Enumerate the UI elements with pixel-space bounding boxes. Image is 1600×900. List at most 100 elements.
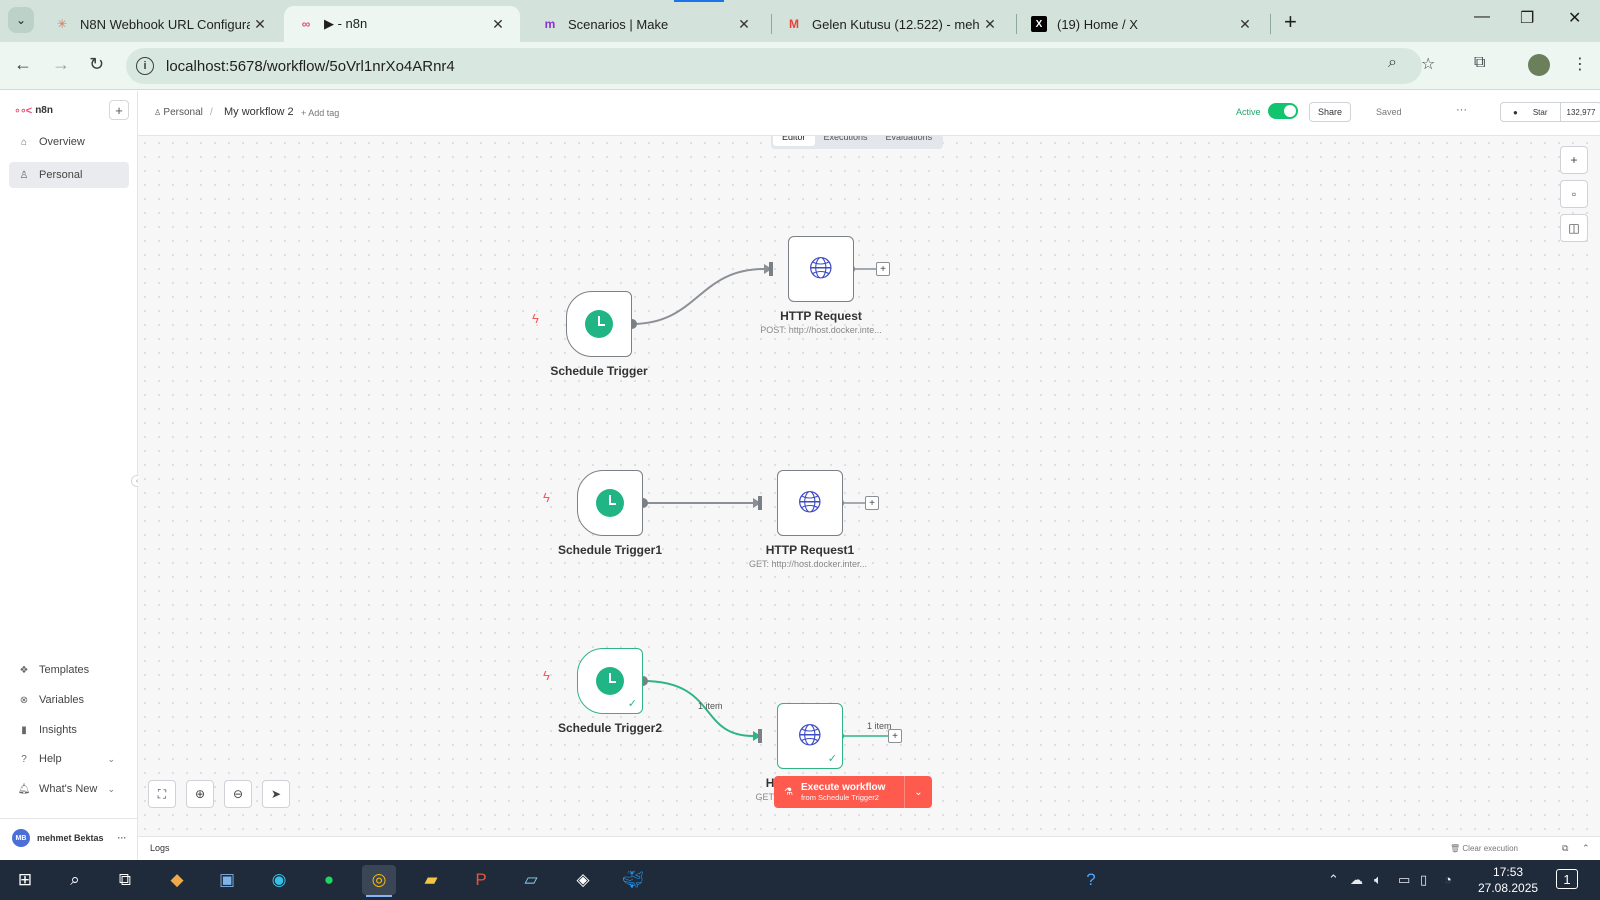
restore-icon[interactable]: ❐	[1520, 8, 1534, 28]
spotify-icon[interactable]: ●	[312, 865, 346, 895]
execute-workflow-button[interactable]: ⚗ Execute workflow from Schedule Trigger…	[774, 776, 932, 808]
input-handle[interactable]	[769, 262, 773, 276]
add-node-button[interactable]: +	[876, 262, 890, 276]
sticky-note-icon[interactable]: ▫	[1560, 180, 1588, 208]
sidebar-item-overview[interactable]: ⌂ Overview	[9, 129, 129, 155]
notification-center-icon[interactable]: 1	[1556, 869, 1578, 889]
extensions-icon[interactable]: ⧉	[1474, 54, 1485, 72]
more-icon[interactable]: ···	[118, 833, 127, 843]
search-icon[interactable]: ⌕	[58, 865, 92, 895]
bookmark-star-icon[interactable]: ☆	[1421, 54, 1435, 74]
sidebar-item-personal[interactable]: ♙ Personal	[9, 162, 129, 188]
breadcrumb-project[interactable]: ♙ Personal	[154, 107, 203, 118]
reload-icon[interactable]: ↻	[89, 54, 104, 75]
chrome-icon[interactable]: ◎	[362, 865, 396, 897]
success-check-icon: ✓	[827, 753, 837, 765]
add-node-button[interactable]: +	[865, 496, 879, 510]
zoom-icon[interactable]: ⌕	[1388, 54, 1397, 72]
zoom-in-icon[interactable]: ⊕	[186, 780, 214, 808]
logs-panel-bar[interactable]: Logs 🗑︎ Clear execution ⧉ ⌃	[138, 836, 1600, 860]
tab-make[interactable]: m Scenarios | Make ✕	[528, 6, 766, 42]
site-info-icon[interactable]: i	[136, 57, 154, 75]
user-menu[interactable]: MB mehmet Bektas ···	[12, 829, 127, 847]
task-view-icon[interactable]: ⧉	[108, 865, 142, 895]
minimize-icon[interactable]: —	[1474, 8, 1490, 26]
window-close-icon[interactable]: ✕	[1568, 8, 1581, 28]
node-http-request2[interactable]: 🌐︎ ✓	[777, 703, 843, 769]
zoom-out-icon[interactable]: ⊖	[224, 780, 252, 808]
address-bar[interactable]: i localhost:5678/workflow/5oVrl1nrXo4ARn…	[126, 48, 1422, 84]
close-icon[interactable]: ✕	[734, 16, 754, 33]
create-button[interactable]: +	[109, 100, 129, 120]
profile-avatar[interactable]	[1528, 54, 1550, 76]
add-node-panel-button[interactable]: +	[1560, 146, 1588, 174]
app-window-icon[interactable]: ▣	[210, 865, 244, 895]
node-schedule-trigger[interactable]	[566, 291, 632, 357]
sidebar-item-insights[interactable]: ▮ Insights	[9, 717, 129, 743]
browser-tab-strip: ⌄ ✳ N8N Webhook URL Configurati ✕ ∞ ▶ - …	[0, 0, 1600, 42]
chevron-up-icon[interactable]: ⌃	[1328, 872, 1339, 888]
meet-now-icon[interactable]: ▭	[1398, 872, 1410, 888]
sidebar-item-whats-new[interactable]: 🔔︎ What's New ⌄	[9, 776, 129, 802]
sidebar-item-variables[interactable]: ⊗ Variables	[9, 687, 129, 713]
edge-icon[interactable]: ◉	[262, 865, 296, 895]
tab-webhook[interactable]: ✳ N8N Webhook URL Configurati ✕	[40, 6, 282, 42]
new-tab-button[interactable]: +	[1284, 9, 1297, 35]
system-clock[interactable]: 17:53 27.08.2025	[1478, 864, 1538, 896]
panel-toggle-icon[interactable]: ◫	[1560, 214, 1588, 242]
file-explorer-icon[interactable]: ▰	[414, 865, 448, 895]
input-handle[interactable]	[758, 496, 762, 510]
node-http-request1[interactable]: 🌐︎	[777, 470, 843, 536]
n8n-logo[interactable]: ∘∘< n8n	[14, 104, 53, 117]
copilot-icon[interactable]: ◆	[160, 865, 194, 895]
help-app-icon[interactable]: ?	[1074, 865, 1108, 895]
close-icon[interactable]: ✕	[1235, 16, 1255, 33]
github-star-button[interactable]: ● Star 132,977	[1500, 102, 1600, 122]
docker-icon[interactable]: 🐳︎	[616, 865, 650, 895]
popout-icon[interactable]: ⧉	[1562, 843, 1568, 854]
volume-icon[interactable]: 🔈︎	[1374, 872, 1382, 888]
sidebar-item-help[interactable]: ? Help ⌄	[9, 746, 129, 772]
input-handle[interactable]	[758, 729, 762, 743]
close-icon[interactable]: ✕	[250, 16, 270, 33]
select-pointer-icon[interactable]: ➤	[262, 780, 290, 808]
tab-gmail[interactable]: M Gelen Kutusu (12.522) - mehme ✕	[772, 6, 1012, 42]
chevron-up-icon[interactable]: ⌃	[1582, 843, 1590, 854]
notes-app-icon[interactable]: ▱	[514, 865, 548, 895]
share-button[interactable]: Share	[1309, 102, 1351, 122]
close-icon[interactable]: ✕	[980, 16, 1000, 33]
templates-icon: ❖	[19, 664, 29, 676]
node-http-request[interactable]: 🌐︎	[788, 236, 854, 302]
chevron-down-icon: ⌄	[107, 783, 115, 794]
tab-n8n[interactable]: ∞ ▶ - n8n ✕	[284, 6, 520, 42]
clear-execution-button[interactable]: 🗑︎ Clear execution	[1450, 844, 1518, 853]
wifi-icon[interactable]: ◔	[1444, 872, 1452, 887]
chevron-down-icon[interactable]: ⌄	[904, 776, 932, 808]
back-icon[interactable]: ←	[14, 54, 32, 75]
onedrive-icon[interactable]: ☁	[1350, 872, 1363, 888]
forward-icon[interactable]: →	[52, 54, 70, 75]
cursor-app-icon[interactable]: ◈	[566, 865, 600, 895]
windows-start-icon[interactable]: ⊞	[8, 865, 42, 895]
node-schedule-trigger2[interactable]: ✓	[577, 648, 643, 714]
node-schedule-trigger1[interactable]	[577, 470, 643, 536]
fit-view-icon[interactable]: ⛶	[148, 780, 176, 808]
add-node-button[interactable]: +	[888, 729, 902, 743]
sidebar-item-templates[interactable]: ❖ Templates	[9, 657, 129, 683]
active-toggle[interactable]	[1268, 103, 1298, 119]
node-label: HTTP Request	[780, 309, 862, 323]
browser-menu-icon[interactable]: ⋮	[1572, 54, 1588, 74]
trash-icon: 🗑︎	[1450, 844, 1461, 853]
clock-icon	[585, 310, 613, 338]
n8n-logo-mark-icon: ∘∘<	[14, 105, 32, 117]
powerpoint-icon[interactable]: P	[464, 865, 498, 895]
workflow-name[interactable]: My workflow 2	[224, 106, 294, 118]
user-name: mehmet Bektas	[37, 833, 104, 843]
close-icon[interactable]: ✕	[488, 16, 508, 33]
battery-icon[interactable]: ▯	[1420, 872, 1427, 888]
workflow-canvas[interactable]: Editor Executions Evaluations + + + ϟ Sc…	[138, 136, 1600, 836]
more-options-button[interactable]: ···	[1456, 104, 1467, 116]
tab-x[interactable]: X (19) Home / X ✕	[1017, 6, 1267, 42]
add-tag-button[interactable]: + Add tag	[301, 108, 339, 118]
tab-search-button[interactable]: ⌄	[8, 7, 34, 33]
